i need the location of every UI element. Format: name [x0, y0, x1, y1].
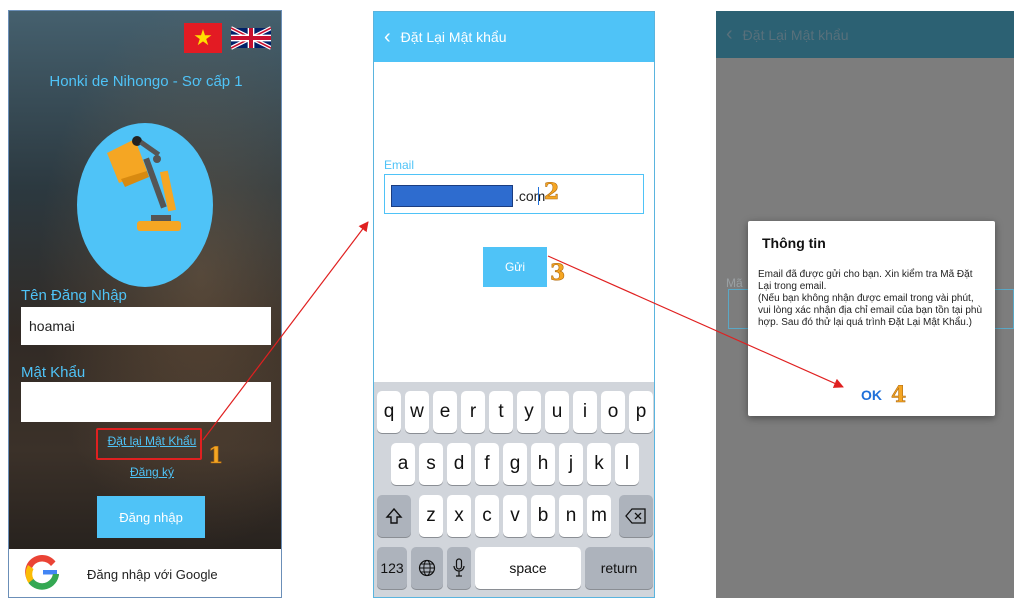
arrow-step3-to-ok — [547, 255, 844, 388]
arrow-step1-to-screen2 — [202, 221, 369, 441]
annotation-arrows — [202, 221, 844, 441]
